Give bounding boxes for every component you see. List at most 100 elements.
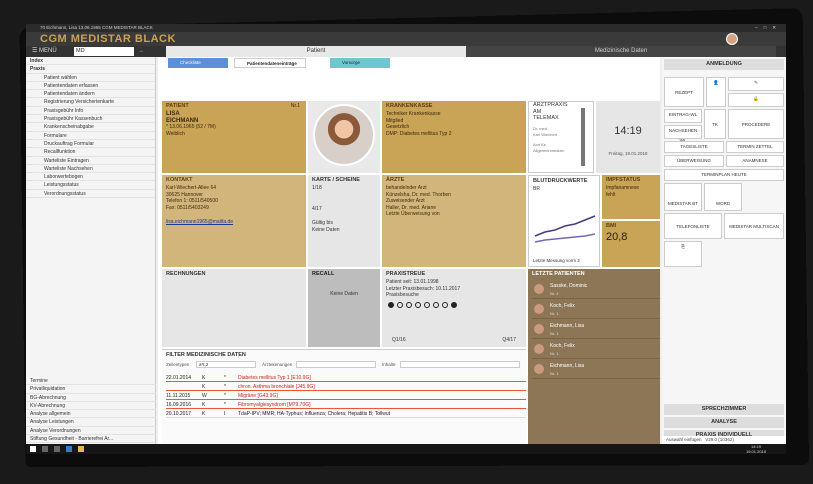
folder-icon[interactable] [78, 446, 84, 452]
menu-button[interactable]: ☰ MENÜ [32, 46, 57, 57]
recent-patient-row[interactable]: Koch, Felix Nr. 1 [532, 301, 660, 319]
eintrag-wl-button[interactable]: EINTRAG-WL [664, 109, 702, 123]
pen-icon[interactable]: ✎ [728, 77, 784, 91]
sidebar-item[interactable]: Patientendaten ändern [26, 90, 155, 99]
recall-panel[interactable]: RECALL Keine Daten [308, 269, 380, 347]
tab-patient[interactable]: Patient [166, 46, 466, 57]
patient-photo [313, 104, 375, 166]
user-avatar[interactable] [726, 33, 738, 45]
nachsehen-wl-button[interactable]: NACHSEHEN WL [664, 125, 702, 143]
tower-icon [581, 108, 585, 166]
sidebar-item[interactable]: BG-Abrechnung [26, 394, 156, 402]
scan-icon[interactable]: ⎘ [664, 241, 702, 267]
sidebar-item[interactable]: Krankenscheinabgabe [26, 123, 155, 132]
sidebar-item[interactable]: Stiftung Gesundheit - Barrierefrei Ar... [26, 435, 156, 444]
sidebar-item-index[interactable]: Index [26, 57, 155, 66]
filter-cell-flag: * [224, 375, 226, 381]
patient-panel[interactable]: PATIENT Nr.1 LISA EICHMANN * 13.06.1965 … [162, 101, 306, 173]
sidebar-item[interactable]: Laborwertebogen [26, 173, 155, 182]
lock-icon[interactable]: 🔒 [728, 93, 784, 107]
letzte-title: LETZTE PATIENTEN [532, 271, 585, 277]
sidebar-item[interactable]: Recallfunktion [26, 148, 155, 157]
start-icon[interactable] [30, 446, 36, 452]
rechnungen-title: RECHNUNGEN [166, 271, 206, 277]
sidebar-item[interactable]: Registrierung Versichertenkarte [26, 98, 155, 107]
procedere-button[interactable]: PROCEDERE [728, 109, 784, 139]
kontakt-title: KONTAKT [166, 177, 193, 183]
recent-patient-row[interactable]: Eichmann, Lisa Nr. 1 [532, 321, 660, 339]
filter-row[interactable]: 16.09.2016 K * Fibromyalgiesyndrom [M79.70G… [166, 401, 526, 409]
patient-entries-button[interactable]: Patientendateneinträge [234, 58, 306, 68]
filter-row[interactable]: 11.11.2015 W * Migräne [G43.9G] [166, 392, 526, 400]
recent-patient-row[interactable]: Sasske, Dominic Nr. 4 [532, 281, 660, 299]
sidebar-item[interactable]: Formulare [26, 132, 155, 140]
filter-input[interactable]: a*t,2 [196, 361, 256, 368]
sidebar-item[interactable]: Warteliste Nachsehen [26, 165, 155, 174]
word-button[interactable]: WORD [704, 183, 742, 211]
filter-input[interactable] [296, 361, 376, 368]
filter-row[interactable]: K * chron. Asthma bronchiale [J45.9G] [166, 383, 526, 391]
sidebar-item[interactable]: Praxisgebühr Kassenbuch [26, 115, 155, 124]
sidebar-item[interactable]: Warteliste Eintragen [26, 157, 155, 165]
sidebar-item[interactable]: Analyse Leistungen [26, 418, 156, 427]
checklist-button[interactable]: Checkliste [168, 58, 228, 68]
filter-cell-flag: I [224, 411, 226, 417]
sidebar-item-praxis[interactable]: Praxis [26, 65, 155, 74]
tk-button[interactable]: TK [704, 109, 726, 139]
sidebar-item[interactable]: Analyse Verordnungen [26, 427, 156, 436]
sidebar-item[interactable]: Analyse allgemein [26, 410, 156, 419]
sprechzimmer-button[interactable]: SPRECHZIMMER [664, 404, 784, 415]
window-controls[interactable]: –□✕ [755, 24, 782, 32]
go-arrow-icon[interactable]: → [138, 46, 144, 57]
sidebar-item[interactable]: Leistungsstatus [26, 181, 155, 190]
sidebar-item[interactable]: Patientendaten erfassen [26, 82, 155, 91]
filter-input[interactable] [400, 361, 520, 368]
medistar-bt-button[interactable]: MEDISTAR BT [664, 183, 702, 211]
blutdruck-panel[interactable]: BLUTDRUCKWERTE BR Letzte Messung vorm 2 [528, 175, 600, 267]
sidebar-item[interactable]: Praxisgebühr Info [26, 107, 155, 116]
filter-cell-flag: * [224, 402, 226, 408]
tagesliste-button[interactable]: TAGESLISTE [664, 141, 724, 153]
telefonliste-button[interactable]: TELEFONLISTE [664, 213, 722, 239]
vorsorge-button[interactable]: Vorsorge [330, 58, 390, 68]
rezept-button[interactable]: REZEPT [664, 77, 704, 107]
edge-icon[interactable] [66, 446, 72, 452]
multiscan-button[interactable]: MEDISTAR MULTISCAN [724, 213, 784, 239]
bmi-panel[interactable]: BMI 20,8 [602, 221, 660, 267]
search-icon[interactable] [42, 446, 48, 452]
kontakt-panel[interactable]: KONTAKT Karl-Wiechert-Allee 64 30625 Han… [162, 175, 306, 267]
sidebar-item[interactable]: KV-Abrechnung [26, 402, 156, 411]
impf-panel[interactable]: IMPFSTATUS Impfanamnese fehlt [602, 175, 660, 219]
recent-patient-row[interactable]: Koch, Felix Nr. 1 [532, 341, 660, 359]
recent-patient-row[interactable]: Eichmann, Lisa Nr. 1 [532, 361, 660, 379]
right-action-pane: ANMELDUNG REZEPT 👤 ✎ 🔒 EINTRAG-WL NACHSE… [662, 57, 786, 444]
sidebar-item[interactable]: Verordnungsstatus [26, 190, 155, 199]
terminzettel-button[interactable]: TERMIN ZETTEL [726, 141, 784, 153]
analyse-button[interactable]: ANALYSE [664, 417, 784, 428]
tab-medical-data[interactable]: Medizinische Daten [466, 46, 776, 57]
sidebar-item[interactable]: Privatliquidation [26, 385, 156, 394]
patient-title: PATIENT [166, 103, 189, 109]
screen: 70 Eichmann, Lisa 13.06.1965 CGM MEDISTA… [26, 24, 786, 454]
filter-row[interactable]: 20.10.2017 K I TdaP-IPV; MMR; HA-Typhus; In… [166, 410, 526, 418]
karte-panel[interactable]: KARTE / SCHEINE 1/18 4/17 Gültig bis Kei… [308, 175, 380, 267]
command-input[interactable]: MD [74, 47, 134, 56]
letzte-patienten-panel: LETZTE PATIENTEN Sasske, Dominic Nr. 4 Ko… [528, 269, 660, 444]
anamnese-button[interactable]: ANAMNESE [726, 155, 784, 167]
sidebar-item[interactable]: Druckauftrag Formular [26, 140, 155, 149]
email-link[interactable]: lisa.eichmann1965@mailta.de [162, 219, 306, 226]
anmeldung-button[interactable]: ANMELDUNG [664, 59, 784, 70]
user-icon[interactable]: 👤 [706, 77, 726, 107]
taskview-icon[interactable] [54, 446, 60, 452]
avatar [534, 364, 544, 374]
treue-panel[interactable]: PRAXISTREUE Patient seit: 13.01.1998 Let… [382, 269, 526, 347]
kasse-panel[interactable]: KRANKENKASSE Techniker Krankenkasse Mitg… [382, 101, 526, 173]
ueberweisung-button[interactable]: ÜBERWEISUNG [664, 155, 724, 167]
filter-label: Ärztekenungen [262, 362, 293, 367]
filter-row[interactable]: 22.01.2014 K * Diabetes mellitus Typ 1 [E10… [166, 374, 526, 382]
sidebar-item[interactable]: Patient wählen [26, 74, 155, 82]
terminplan-button[interactable]: TERMINPLAN HEUTE [664, 169, 784, 181]
aerzte-panel[interactable]: ÄRZTE behandelnder Arzt Künzelsha, Dr. m… [382, 175, 526, 267]
rechnungen-panel[interactable]: RECHNUNGEN [162, 269, 306, 347]
sidebar-item[interactable]: Termine [26, 377, 156, 386]
